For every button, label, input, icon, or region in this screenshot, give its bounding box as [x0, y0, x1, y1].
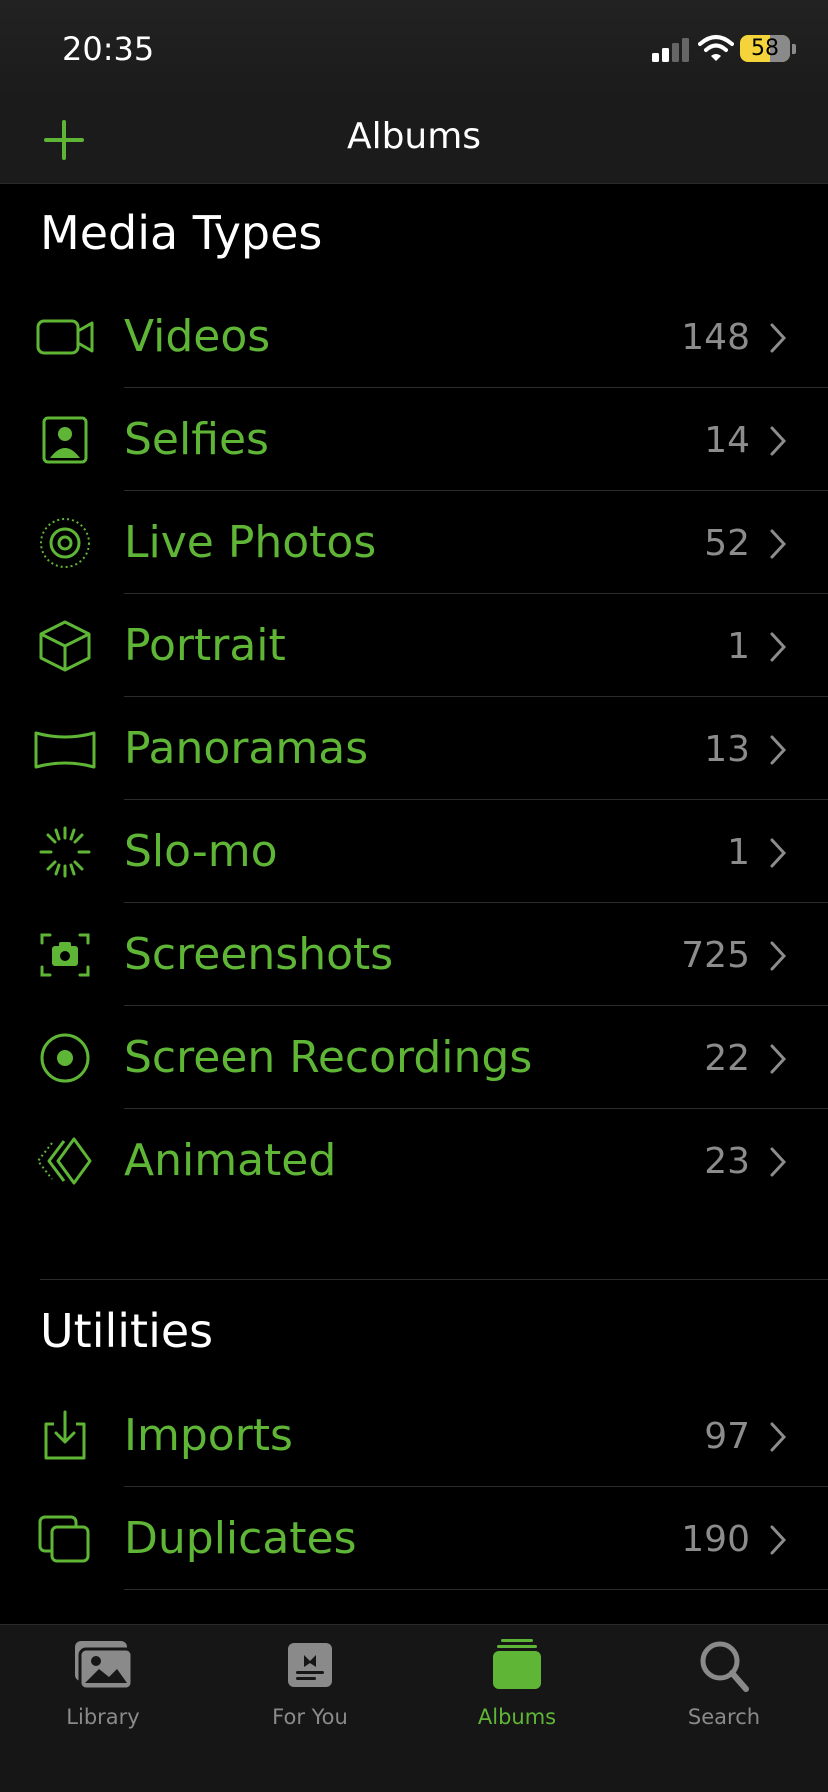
wifi-icon: [698, 35, 734, 61]
album-count: 1: [727, 832, 750, 873]
page-title: Albums: [346, 116, 482, 157]
search-icon: [700, 1641, 749, 1692]
cellular-signal-icon: [652, 38, 689, 62]
panorama-icon: [34, 731, 96, 769]
album-row-live-photos[interactable]: Live Photos 52: [0, 491, 828, 594]
album-count: 52: [704, 523, 750, 564]
chevron-right-icon: [770, 1422, 787, 1452]
nav-bar: Albums: [0, 96, 828, 184]
chevron-right-icon: [770, 1525, 787, 1555]
album-row-portrait[interactable]: Portrait 1: [0, 594, 828, 697]
album-row-selfies[interactable]: Selfies 14: [0, 388, 828, 491]
for-you-icon: [288, 1643, 332, 1687]
album-count: 97: [704, 1416, 750, 1457]
album-count: 190: [681, 1519, 750, 1560]
section-title-utilities: Utilities: [40, 1304, 214, 1358]
album-label: Animated: [124, 1135, 337, 1186]
screen-recording-icon: [40, 1033, 90, 1083]
album-row-screenshots[interactable]: Screenshots 725: [0, 903, 828, 1006]
chevron-right-icon: [770, 838, 787, 868]
cube-icon: [39, 620, 91, 672]
albums-icon: [493, 1639, 541, 1689]
album-label: Imports: [124, 1410, 293, 1461]
album-label: Portrait: [124, 620, 286, 671]
chevron-right-icon: [770, 632, 787, 662]
chevron-right-icon: [770, 426, 787, 456]
chevron-right-icon: [770, 941, 787, 971]
album-row-animated[interactable]: Animated 23: [0, 1109, 828, 1212]
album-count: 13: [704, 729, 750, 770]
album-count: 14: [704, 420, 750, 461]
album-row-slo-mo[interactable]: Slo-mo 1: [0, 800, 828, 903]
album-count: 725: [681, 935, 750, 976]
chevron-right-icon: [770, 1044, 787, 1074]
album-label: Slo-mo: [124, 826, 278, 877]
album-row-panoramas[interactable]: Panoramas 13: [0, 697, 828, 800]
album-label: Videos: [124, 311, 271, 362]
video-camera-icon: [36, 319, 94, 355]
tab-label: For You: [272, 1705, 348, 1729]
tab-label: Search: [687, 1705, 761, 1729]
animated-icon: [36, 1137, 92, 1185]
album-label: Screen Recordings: [124, 1032, 533, 1083]
chevron-right-icon: [770, 735, 787, 765]
tab-label: Library: [66, 1705, 140, 1729]
tab-library[interactable]: Library: [23, 1639, 183, 1749]
photo-library-icon: [75, 1641, 134, 1691]
section-divider: [40, 1279, 828, 1280]
album-label: Duplicates: [124, 1513, 357, 1564]
section-title-media-types: Media Types: [40, 206, 323, 260]
album-label: Screenshots: [124, 929, 394, 980]
battery-level: 58: [751, 36, 779, 61]
album-count: 22: [704, 1038, 750, 1079]
album-row-duplicates[interactable]: Duplicates 190: [0, 1487, 828, 1590]
duplicates-icon: [38, 1515, 90, 1563]
status-time: 20:35: [62, 30, 155, 68]
status-bar: 20:35 58: [0, 0, 828, 96]
screenshot-icon: [40, 933, 90, 977]
chevron-right-icon: [770, 323, 787, 353]
import-icon: [44, 1410, 86, 1460]
album-label: Panoramas: [124, 723, 369, 774]
album-row-imports[interactable]: Imports 97: [0, 1384, 828, 1487]
album-row-videos[interactable]: Videos 148: [0, 285, 828, 388]
tab-for-you[interactable]: For You: [230, 1639, 390, 1749]
tab-label: Albums: [477, 1705, 557, 1729]
live-photo-icon: [40, 518, 90, 568]
album-count: 148: [681, 317, 750, 358]
chevron-right-icon: [770, 529, 787, 559]
tab-search[interactable]: Search: [644, 1639, 804, 1749]
tab-albums[interactable]: Albums: [437, 1639, 597, 1749]
album-label: Live Photos: [124, 517, 377, 568]
album-count: 1: [727, 626, 750, 667]
album-label: Selfies: [124, 414, 269, 465]
chevron-right-icon: [770, 1147, 787, 1177]
battery-nub: [792, 44, 796, 54]
album-count: 23: [704, 1141, 750, 1182]
album-row-screen-recordings[interactable]: Screen Recordings 22: [0, 1006, 828, 1109]
slomo-icon: [39, 826, 91, 878]
battery-indicator: 58: [740, 35, 790, 62]
selfie-portrait-icon: [42, 416, 88, 464]
tab-bar: Library For You Albums Search: [0, 1624, 828, 1792]
